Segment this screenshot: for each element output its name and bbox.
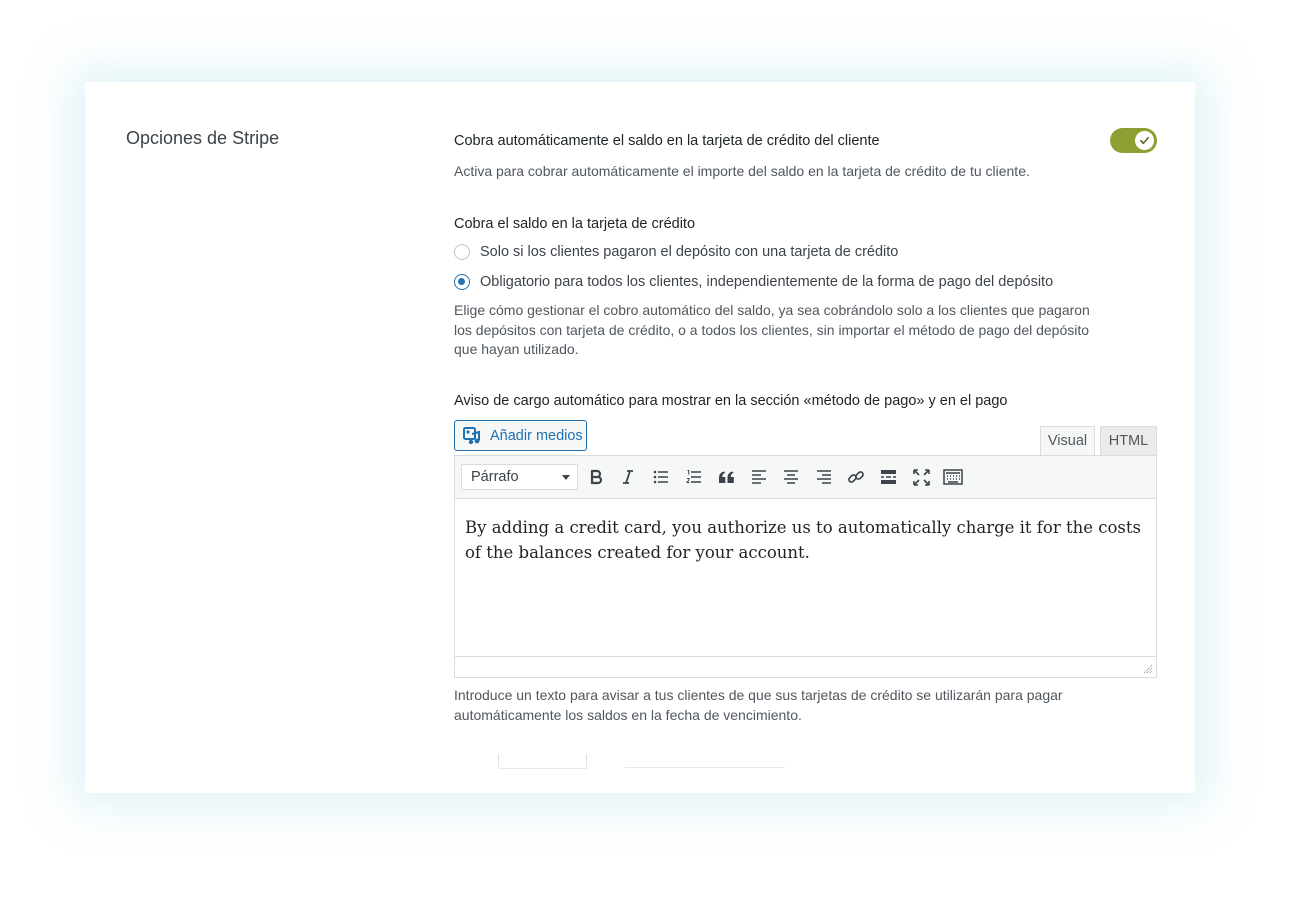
notice-help: Introduce un texto para avisar a tus cli…: [454, 687, 1063, 723]
radio-label: Obligatorio para todos los clientes, ind…: [480, 274, 1054, 290]
charge-mode-option-deposit-card[interactable]: Solo si los clientes pagaron el depósito…: [454, 244, 898, 260]
notice-editor: Párrafo By adding a credit card, you aut…: [454, 455, 1157, 678]
align-left-icon[interactable]: [747, 465, 771, 489]
add-media-label: Añadir medios: [490, 427, 583, 444]
charge-mode-option-all-clients[interactable]: Obligatorio para todos los clientes, ind…: [454, 274, 1053, 290]
radio-button[interactable]: [454, 244, 470, 260]
editor-toolbar: Párrafo: [455, 456, 1156, 499]
section-title: Opciones de Stripe: [126, 128, 280, 148]
auto-charge-label: Cobra automáticamente el saldo en la tar…: [454, 133, 880, 149]
auto-charge-toggle[interactable]: [1110, 128, 1157, 153]
bold-icon[interactable]: [584, 465, 608, 489]
numbered-list-icon[interactable]: [682, 465, 706, 489]
auto-charge-help: Activa para cobrar automáticamente el im…: [454, 163, 1030, 179]
radio-label: Solo si los clientes pagaron el depósito…: [480, 244, 899, 260]
resize-handle-icon[interactable]: [1142, 663, 1153, 674]
charge-mode-label: Cobra el saldo en la tarjeta de crédito: [454, 216, 696, 232]
align-center-icon[interactable]: [779, 465, 803, 489]
toggle-knob: [1135, 131, 1154, 150]
link-icon[interactable]: [844, 465, 868, 489]
settings-card: Opciones de Stripe Cobra automáticamente…: [85, 82, 1195, 793]
charge-mode-help: Elige cómo gestionar el cobro automático…: [454, 302, 1090, 357]
fullscreen-icon[interactable]: [909, 465, 933, 489]
chevron-down-icon: [562, 475, 570, 480]
add-media-icon: [463, 426, 480, 444]
blockquote-icon[interactable]: [714, 465, 738, 489]
check-icon: [1140, 136, 1149, 145]
format-select-value: Párrafo: [471, 469, 519, 485]
format-select[interactable]: Párrafo: [461, 464, 578, 490]
radio-button-checked[interactable]: [454, 274, 470, 290]
editor-statusbar: [455, 656, 1156, 677]
tab-visual[interactable]: Visual: [1040, 426, 1095, 455]
read-more-icon[interactable]: [876, 465, 900, 489]
bulleted-list-icon[interactable]: [649, 465, 673, 489]
italic-icon[interactable]: [616, 465, 640, 489]
card-bottom-fade: [85, 757, 1195, 793]
tab-html[interactable]: HTML: [1100, 426, 1157, 455]
align-right-icon[interactable]: [812, 465, 836, 489]
toolbar-toggle-icon[interactable]: [941, 465, 965, 489]
editor-content[interactable]: By adding a credit card, you authorize u…: [455, 499, 1156, 657]
notice-label: Aviso de cargo automático para mostrar e…: [454, 393, 1008, 409]
add-media-button[interactable]: Añadir medios: [454, 420, 587, 451]
